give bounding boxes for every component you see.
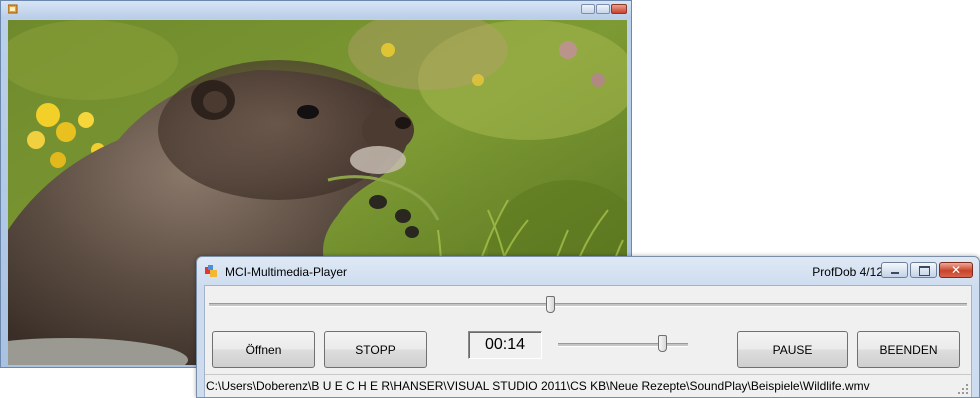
status-bar: C:\Users\Doberenz\B U E C H E R\HANSER\V… [205, 374, 971, 397]
player-titlebar[interactable]: MCI-Multimedia-Player ProfDob 4/12 ✕ [197, 257, 979, 285]
stop-button[interactable]: STOPP [324, 331, 427, 368]
pause-button[interactable]: PAUSE [737, 331, 848, 368]
video-minimize-button[interactable] [581, 4, 595, 14]
video-maximize-button[interactable] [596, 4, 610, 14]
position-slider-track[interactable] [209, 303, 967, 307]
open-button[interactable]: Öffnen [212, 331, 315, 368]
quit-button[interactable]: BEENDEN [857, 331, 960, 368]
volume-slider-track[interactable] [558, 343, 688, 347]
time-display: 00:14 [468, 331, 542, 359]
volume-slider-thumb[interactable] [658, 335, 667, 352]
maximize-icon [919, 266, 930, 276]
position-slider-thumb[interactable] [546, 296, 556, 313]
video-window-titlebar[interactable] [1, 1, 631, 19]
file-path-label: C:\Users\Doberenz\B U E C H E R\HANSER\V… [206, 379, 870, 393]
app-icon [8, 4, 18, 14]
minimize-button[interactable] [881, 262, 908, 278]
window-subtitle: ProfDob 4/12 [812, 265, 883, 279]
video-close-button[interactable] [611, 4, 627, 14]
close-button[interactable]: ✕ [939, 262, 973, 278]
player-window: MCI-Multimedia-Player ProfDob 4/12 ✕ Öff… [196, 256, 980, 398]
close-icon: ✕ [950, 263, 962, 277]
minimize-icon [891, 272, 899, 274]
player-client-area: Öffnen STOPP 00:14 PAUSE BEENDEN C:\User… [204, 285, 972, 397]
app-icon [205, 265, 217, 277]
resize-grip-icon[interactable] [958, 384, 969, 395]
maximize-button[interactable] [910, 262, 937, 278]
window-title: MCI-Multimedia-Player [225, 265, 348, 279]
